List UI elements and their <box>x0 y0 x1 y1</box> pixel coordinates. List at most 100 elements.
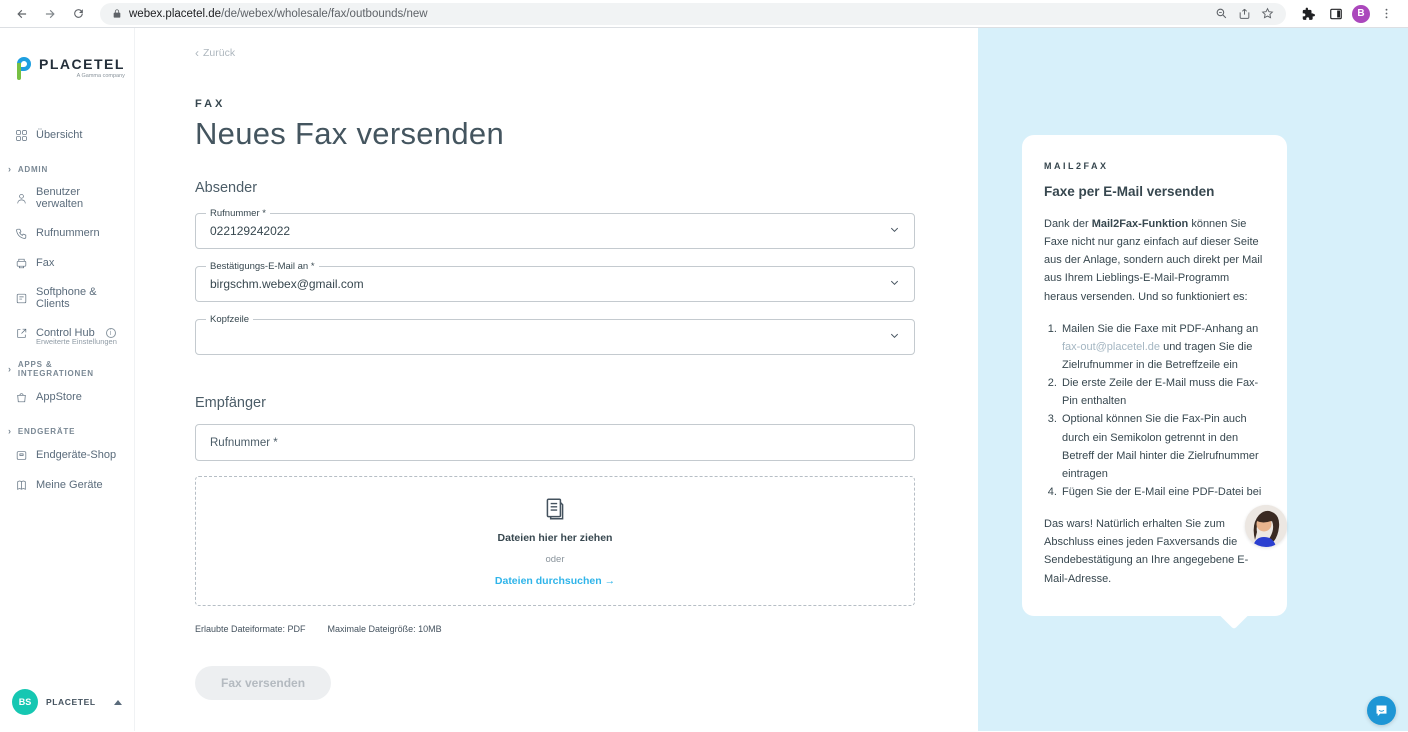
sidebar-item-label: AppStore <box>36 391 82 403</box>
sidebar-item-benutzer-verwalten[interactable]: Benutzer verwalten <box>0 178 134 218</box>
side-panel-icon[interactable] <box>1324 2 1348 26</box>
recipient-section-title: Empfänger <box>195 395 978 411</box>
sidebar-item-label: Endgeräte-Shop <box>36 449 116 461</box>
field-value: 022129242022 <box>210 224 290 238</box>
phone-icon <box>14 226 28 240</box>
shop-icon <box>14 448 28 462</box>
grid-icon <box>14 128 28 142</box>
zoom-icon[interactable] <box>1215 7 1228 20</box>
sidebar-item-uebersicht[interactable]: Übersicht <box>0 120 134 150</box>
sidebar-item-label: Softphone & Clients <box>36 286 120 310</box>
sidebar-item-rufnummern[interactable]: Rufnummern <box>0 218 134 248</box>
step-item: Mailen Sie die Faxe mit PDF-Anhang an fa… <box>1060 320 1265 374</box>
sidebar-section-admin[interactable]: › ADMIN <box>0 150 134 178</box>
chevron-down-icon[interactable] <box>889 222 900 240</box>
card-steps-list: Mailen Sie die Faxe mit PDF-Anhang an fa… <box>1060 320 1265 501</box>
step-item: Optional können Sie die Fax-Pin auch dur… <box>1060 410 1265 483</box>
sidebar-section-endgeraete[interactable]: › ENDGERÄTE <box>0 412 134 440</box>
card-outro: Das wars! Natürlich erhalten Sie zum Abs… <box>1044 515 1265 588</box>
browser-toolbar: webex.placetel.de/de/webex/wholesale/fax… <box>0 0 1408 28</box>
share-icon[interactable] <box>1238 7 1251 20</box>
step-item: Die erste Zeile der E-Mail muss die Fax-… <box>1060 374 1265 410</box>
chevron-right-icon: › <box>8 164 12 174</box>
mail2fax-card: MAIL2FAX Faxe per E-Mail versenden Dank … <box>1022 135 1287 616</box>
browser-menu-kebab-icon[interactable] <box>1374 2 1398 26</box>
chevron-down-icon[interactable] <box>889 328 900 346</box>
external-link-icon <box>14 326 28 340</box>
sidebar-item-label: Übersicht <box>36 129 82 141</box>
allowed-formats-text: Erlaubte Dateiformate: PDF <box>195 624 306 634</box>
sidebar-item-label: Rufnummern <box>36 227 100 239</box>
chat-bubble-icon <box>1374 703 1389 718</box>
info-panel: MAIL2FAX Faxe per E-Mail versenden Dank … <box>978 28 1408 731</box>
max-size-text: Maximale Dateigröße: 10MB <box>328 624 442 634</box>
main-content: ‹ Zurück FAX Neues Fax versenden Absende… <box>135 28 978 731</box>
field-label: Kopfzeile <box>206 314 253 325</box>
kopfzeile-select[interactable]: Kopfzeile <box>195 319 915 355</box>
bookmark-star-icon[interactable] <box>1261 7 1274 20</box>
extensions-puzzle-icon[interactable] <box>1296 2 1320 26</box>
field-label: Rufnummer * <box>206 208 270 219</box>
url-text: webex.placetel.de/de/webex/wholesale/fax… <box>129 8 428 20</box>
account-switcher[interactable]: BS PLACETEL <box>0 681 134 723</box>
sidebar-item-label: Benutzer verwalten <box>36 186 120 210</box>
back-chevron-icon: ‹ <box>195 47 199 59</box>
card-title: Faxe per E-Mail versenden <box>1044 184 1265 199</box>
user-icon <box>14 191 28 205</box>
chat-widget-button[interactable] <box>1367 696 1396 725</box>
browser-forward-icon[interactable] <box>38 2 62 26</box>
browser-back-icon[interactable] <box>10 2 34 26</box>
address-bar[interactable]: webex.placetel.de/de/webex/wholesale/fax… <box>100 3 1286 25</box>
sender-section-title: Absender <box>195 180 978 196</box>
page-eyebrow: FAX <box>195 98 978 110</box>
browser-reload-icon[interactable] <box>66 2 90 26</box>
softphone-icon <box>14 291 28 305</box>
chevron-right-icon: › <box>8 426 12 436</box>
back-link[interactable]: ‹ Zurück <box>195 47 235 59</box>
fax-icon <box>14 256 28 270</box>
chevron-down-icon[interactable] <box>889 275 900 293</box>
account-name: PLACETEL <box>46 697 96 707</box>
bestaetigungs-email-select[interactable]: Bestätigungs-E-Mail an * birgschm.webex@… <box>195 266 915 302</box>
logo-subtext: A Gamma company <box>77 73 125 79</box>
file-dropzone[interactable]: Dateien hier her ziehen oder Dateien dur… <box>195 476 915 606</box>
fax-out-email-link[interactable]: fax-out@placetel.de <box>1062 341 1160 353</box>
lock-icon <box>112 8 122 19</box>
field-value: birgschm.webex@gmail.com <box>210 277 364 291</box>
placetel-logo-icon <box>14 56 34 80</box>
sidebar-item-fax[interactable]: Fax <box>0 248 134 278</box>
chevron-right-icon: › <box>8 364 12 374</box>
section-label: APPS & INTEGRATIONEN <box>18 360 126 378</box>
dropzone-text: Dateien hier her ziehen <box>498 532 613 544</box>
recipient-number-input[interactable] <box>195 424 915 461</box>
section-label: ENDGERÄTE <box>18 427 75 436</box>
sidebar-item-label: Fax <box>36 257 54 269</box>
placetel-logo[interactable]: PLACETEL A Gamma company <box>0 42 134 80</box>
dropzone-or-text: oder <box>545 554 564 565</box>
step-item: Fügen Sie der E-Mail eine PDF-Datei bei <box>1060 483 1265 501</box>
devices-icon <box>14 478 28 492</box>
card-eyebrow: MAIL2FAX <box>1044 161 1265 171</box>
shopping-bag-icon <box>14 390 28 404</box>
send-fax-button[interactable]: Fax versenden <box>195 666 331 700</box>
browser-profile-avatar[interactable]: B <box>1352 5 1370 23</box>
support-agent-avatar <box>1245 505 1287 547</box>
sidebar-section-apps-integrationen[interactable]: › APPS & INTEGRATIONEN <box>0 346 134 382</box>
card-intro: Dank der Mail2Fax-Funktion können Sie Fa… <box>1044 215 1265 306</box>
section-label: ADMIN <box>18 165 48 174</box>
document-icon <box>542 496 568 522</box>
sidebar-item-meine-geraete[interactable]: Meine Geräte <box>0 470 134 500</box>
back-label: Zurück <box>203 47 235 59</box>
sidebar-item-label: Meine Geräte <box>36 479 103 491</box>
page-title: Neues Fax versenden <box>195 116 978 152</box>
sidebar: PLACETEL A Gamma company Übersicht › ADM… <box>0 28 135 731</box>
sidebar-item-endgeraete-shop[interactable]: Endgeräte-Shop <box>0 440 134 470</box>
field-label: Bestätigungs-E-Mail an * <box>206 261 319 272</box>
sidebar-item-softphone-clients[interactable]: Softphone & Clients <box>0 278 134 318</box>
collapse-caret-icon <box>114 700 122 705</box>
account-avatar: BS <box>12 689 38 715</box>
logo-wordmark: PLACETEL <box>39 56 125 72</box>
rufnummer-select[interactable]: Rufnummer * 022129242022 <box>195 213 915 249</box>
browse-files-link[interactable]: Dateien durchsuchen → <box>495 575 615 587</box>
sidebar-item-appstore[interactable]: AppStore <box>0 382 134 412</box>
